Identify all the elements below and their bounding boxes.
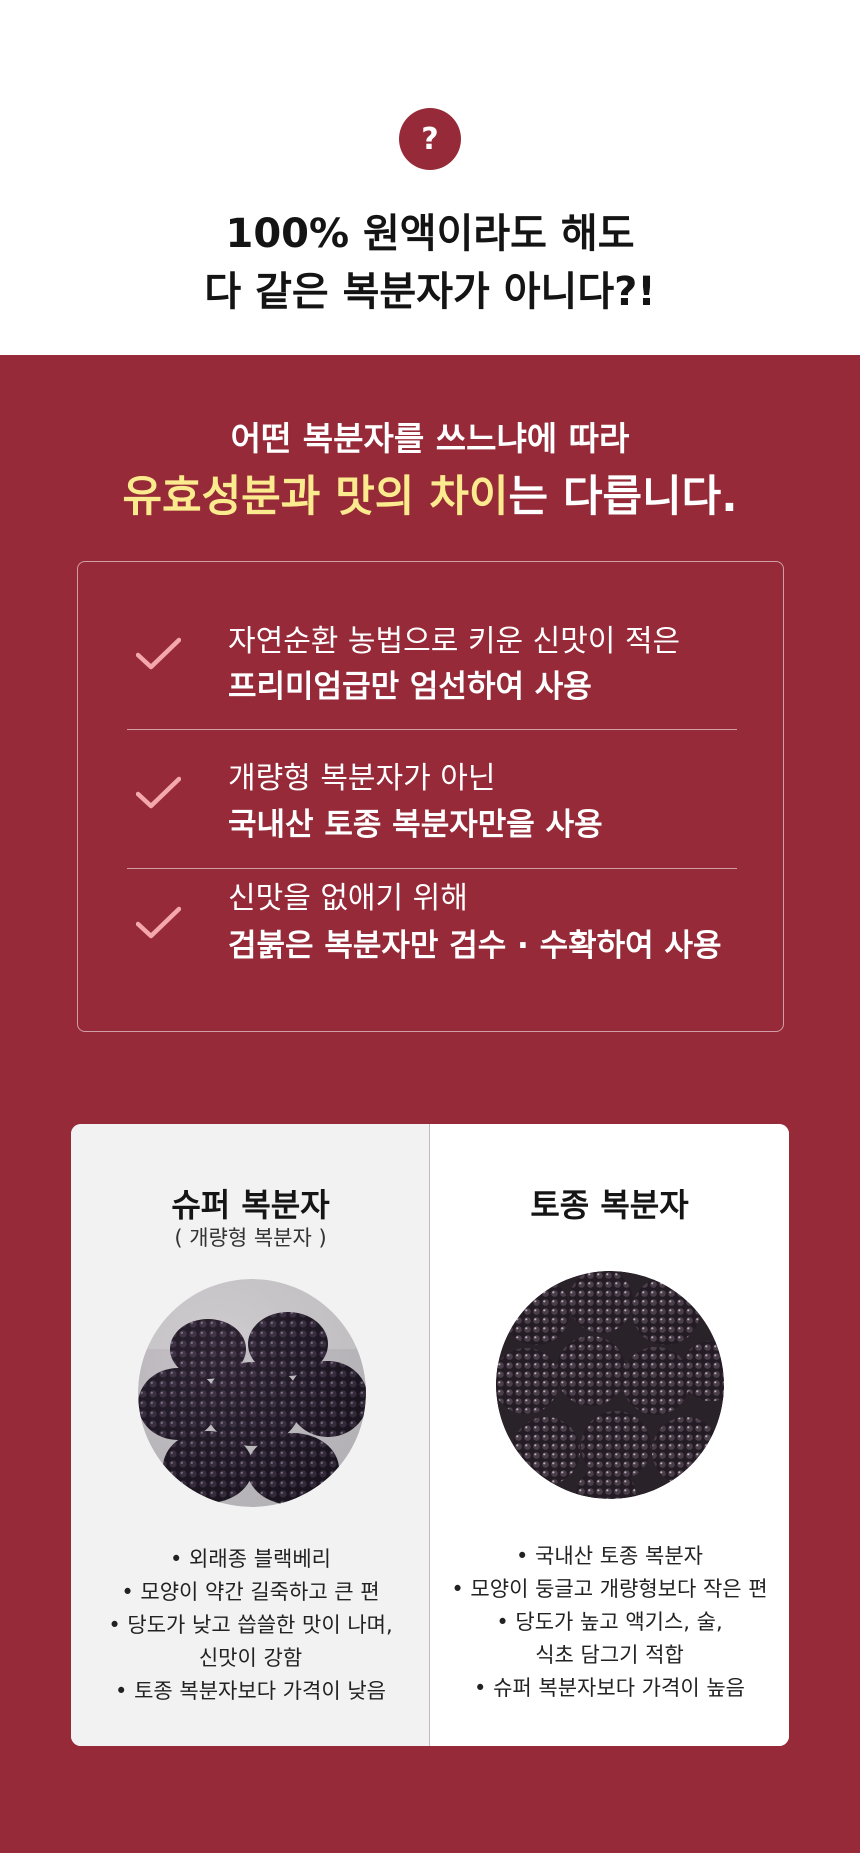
feature-item: 개량형 복분자가 아닌 국내산 토종 복분자만을 사용: [127, 701, 737, 843]
feature-list: • 외래종 블랙베리 • 모양이 약간 길죽하고 큰 편 • 당도가 낮고 씁쓸…: [71, 1543, 430, 1708]
question-icon: ?: [399, 108, 461, 170]
check-icon: [136, 906, 181, 939]
feature-text-bold: 프리미엄급만 엄선하여 사용: [228, 669, 592, 705]
list-item: • 당도가 낮고 씁쓸한 맛이 나며,: [108, 1613, 393, 1637]
feature-text: 개량형 복분자가 아닌: [228, 761, 496, 796]
feature-list: • 국내산 토종 복분자 • 모양이 둥글고 개량형보다 작은 편 • 당도가 …: [430, 1540, 789, 1705]
list-item: • 토종 복분자보다 가격이 낮음: [115, 1679, 386, 1703]
check-icon: [136, 776, 181, 809]
feature-box: 자연순환 농법으로 키운 신맛이 적은 프리미엄급만 엄선하여 사용 개량형 복…: [77, 561, 784, 1032]
feature-text-bold: 국내산 토종 복분자만을 사용: [228, 807, 603, 843]
feature-text: 자연순환 농법으로 키운 신맛이 적은: [228, 624, 681, 659]
intro-highlight: 유효성분과 맛의 차이: [122, 472, 509, 522]
native-bokbunja-column: 토종 복분자 • 국내산 토종 복분자 • 모양이 둥글고 개량형보다 작은 편…: [430, 1124, 789, 1746]
column-title: 토종 복분자: [530, 1186, 689, 1224]
check-icon: [136, 637, 181, 670]
feature-text-bold: 검붉은 복분자만 검수 · 수확하여 사용: [228, 928, 722, 964]
headline-line2: 다 같은 복분자가 아니다?!: [204, 269, 656, 315]
list-item: • 슈퍼 복분자보다 가격이 높음: [474, 1676, 745, 1700]
list-item: • 모양이 둥글고 개량형보다 작은 편: [451, 1577, 768, 1601]
intro-line1: 어떤 복분자를 쓰느냐에 따라: [230, 419, 630, 458]
headline: 100% 원액이라도 해도 다 같은 복분자가 아니다?!: [0, 205, 860, 321]
feature-text: 신맛을 없애기 위해: [228, 881, 468, 916]
column-subtitle: ( 개량형 복분자 ): [174, 1226, 327, 1250]
list-item: 식초 담그기 적합: [535, 1643, 684, 1667]
top-section: ? 100% 원액이라도 해도 다 같은 복분자가 아니다?!: [0, 0, 860, 355]
comparison-card: 슈퍼 복분자 ( 개량형 복분자 ) • 외래종 블랙베리 • 모양이 약간 길…: [71, 1124, 789, 1746]
blackberry-image: [138, 1279, 366, 1507]
intro-line2: 유효성분과 맛의 차이는 다릅니다.: [0, 462, 860, 524]
feature-item: 자연순환 농법으로 키운 신맛이 적은 프리미엄급만 엄선하여 사용: [127, 562, 737, 705]
column-title: 슈퍼 복분자: [171, 1186, 330, 1224]
list-item: • 외래종 블랙베리: [170, 1547, 331, 1571]
feature-item: 신맛을 없애기 위해 검붉은 복분자만 검수 · 수확하여 사용: [127, 840, 737, 978]
intro-line2-rest: 는 다릅니다.: [508, 472, 738, 522]
super-bokbunja-column: 슈퍼 복분자 ( 개량형 복분자 ) • 외래종 블랙베리 • 모양이 약간 길…: [71, 1124, 430, 1746]
list-item: • 국내산 토종 복분자: [516, 1544, 703, 1568]
list-item: 신맛이 강함: [198, 1646, 303, 1670]
headline-line1: 100% 원액이라도 해도: [225, 211, 635, 257]
list-item: • 모양이 약간 길죽하고 큰 편: [121, 1580, 380, 1604]
bokbunja-image: [496, 1271, 724, 1499]
list-item: • 당도가 높고 액기스, 술,: [496, 1610, 723, 1634]
